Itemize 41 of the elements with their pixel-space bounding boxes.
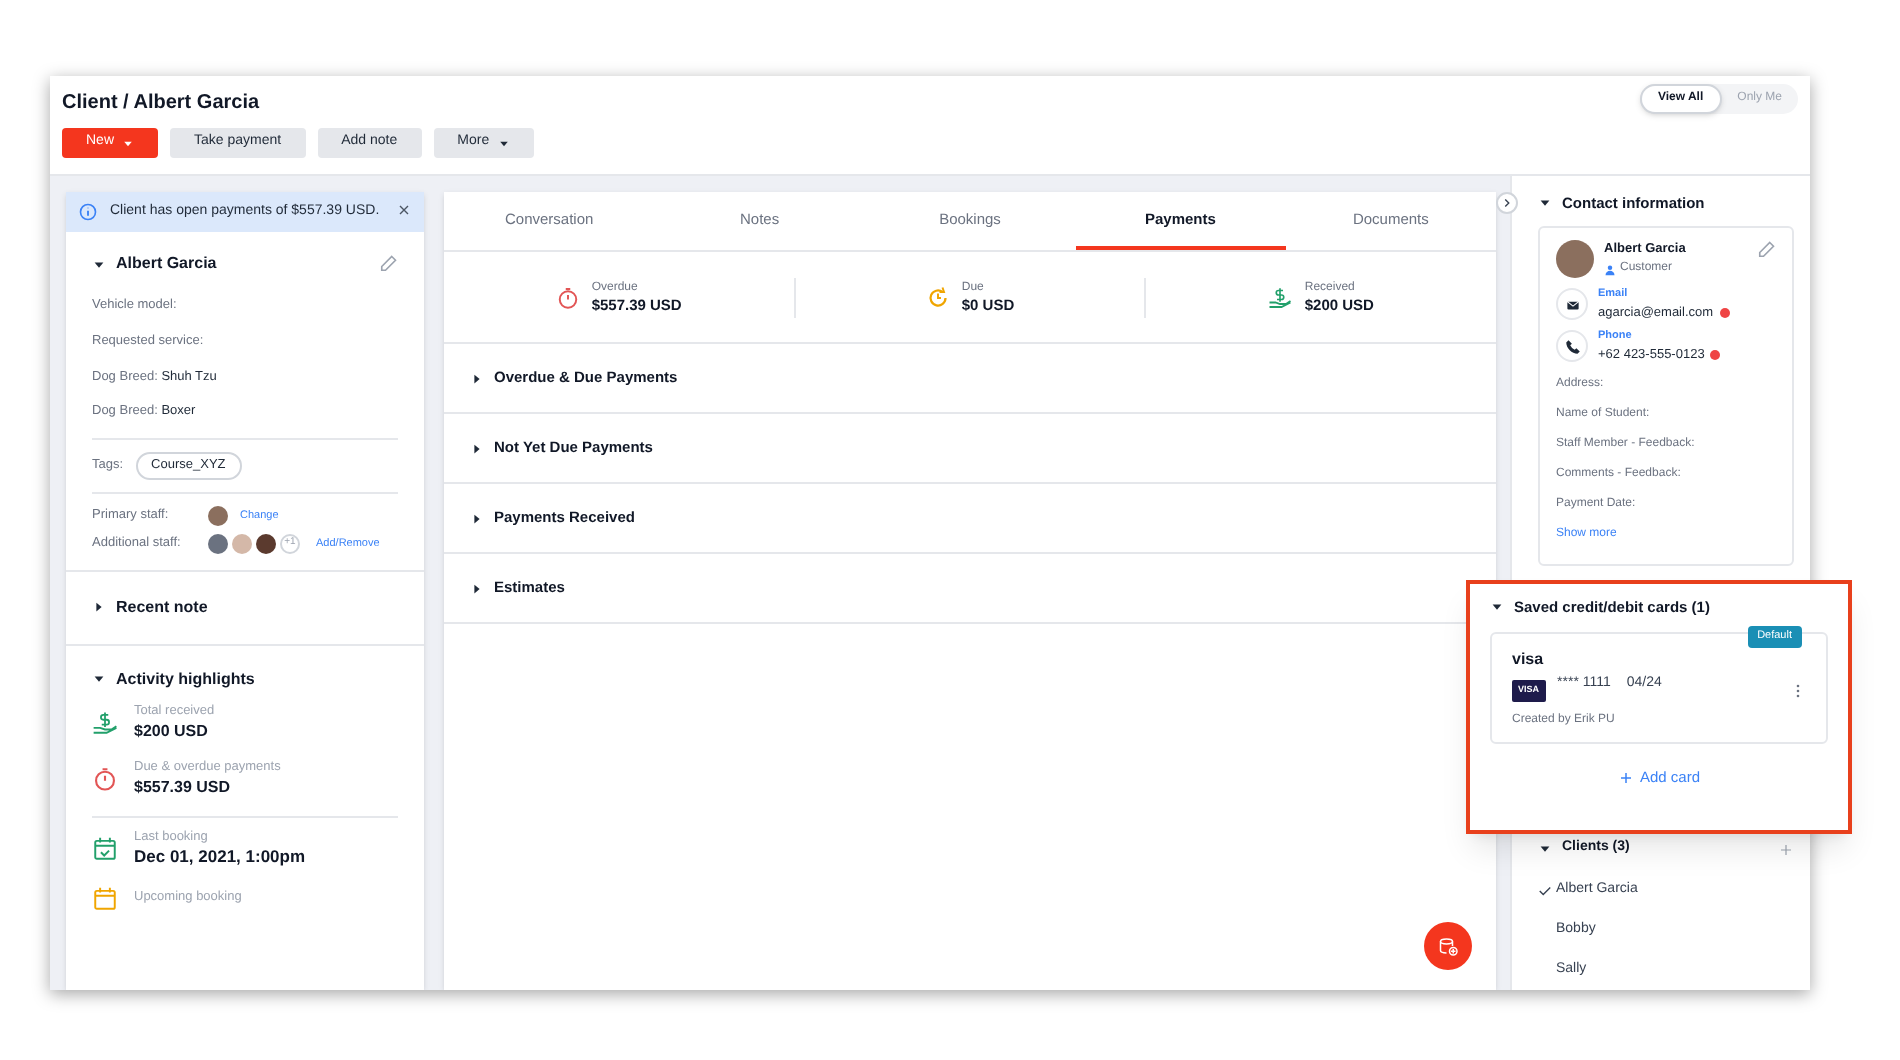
page-title: Client / Albert Garcia: [62, 90, 260, 118]
stopwatch-icon: [555, 285, 580, 309]
hand-dollar-icon: [1268, 285, 1293, 309]
add-payment-button[interactable]: [1424, 922, 1472, 970]
caret-down-icon[interactable]: [92, 672, 106, 687]
envelope-icon: [1563, 295, 1581, 314]
section-title[interactable]: Recent note: [116, 595, 208, 620]
activity-value: $557.39 USD: [134, 775, 233, 798]
caret-down-icon: [122, 137, 135, 149]
card-brand: visa: [1512, 648, 1546, 673]
section-title[interactable]: Activity highlights: [116, 667, 255, 692]
phone-icon: [1563, 337, 1581, 356]
calendar-icon: [92, 835, 118, 862]
plus-icon: [1617, 769, 1634, 786]
avatar: [1556, 240, 1594, 279]
activity-value: $200 USD: [134, 719, 210, 742]
calendar-icon: [92, 885, 118, 912]
caret-down-icon[interactable]: [1538, 196, 1552, 211]
caret-right-icon[interactable]: [470, 441, 484, 455]
caret-right-icon[interactable]: [92, 600, 106, 615]
chevron-right-icon: [1500, 196, 1514, 210]
avatar: [232, 533, 252, 554]
caret-right-icon[interactable]: [470, 511, 484, 525]
person-icon: [1604, 263, 1616, 275]
avatar: [256, 533, 276, 554]
avatar: [208, 533, 228, 554]
caret-down-icon[interactable]: [1490, 600, 1504, 615]
caret-right-icon[interactable]: [470, 581, 484, 595]
info-icon: [78, 202, 98, 222]
caret-right-icon[interactable]: [470, 371, 484, 385]
clock-icon: [925, 285, 950, 309]
hand-dollar-icon: [92, 709, 118, 736]
caret-down-icon: [497, 137, 510, 149]
avatar: [208, 505, 228, 526]
stopwatch-icon: [92, 765, 118, 792]
caret-down-icon[interactable]: [1538, 842, 1552, 856]
section-title[interactable]: Albert Garcia: [116, 252, 368, 276]
close-icon[interactable]: [396, 202, 412, 218]
collapse-button[interactable]: [1496, 192, 1518, 214]
activity-value: Dec 01, 2021, 1:00pm: [134, 845, 306, 868]
caret-down-icon[interactable]: [92, 257, 106, 271]
